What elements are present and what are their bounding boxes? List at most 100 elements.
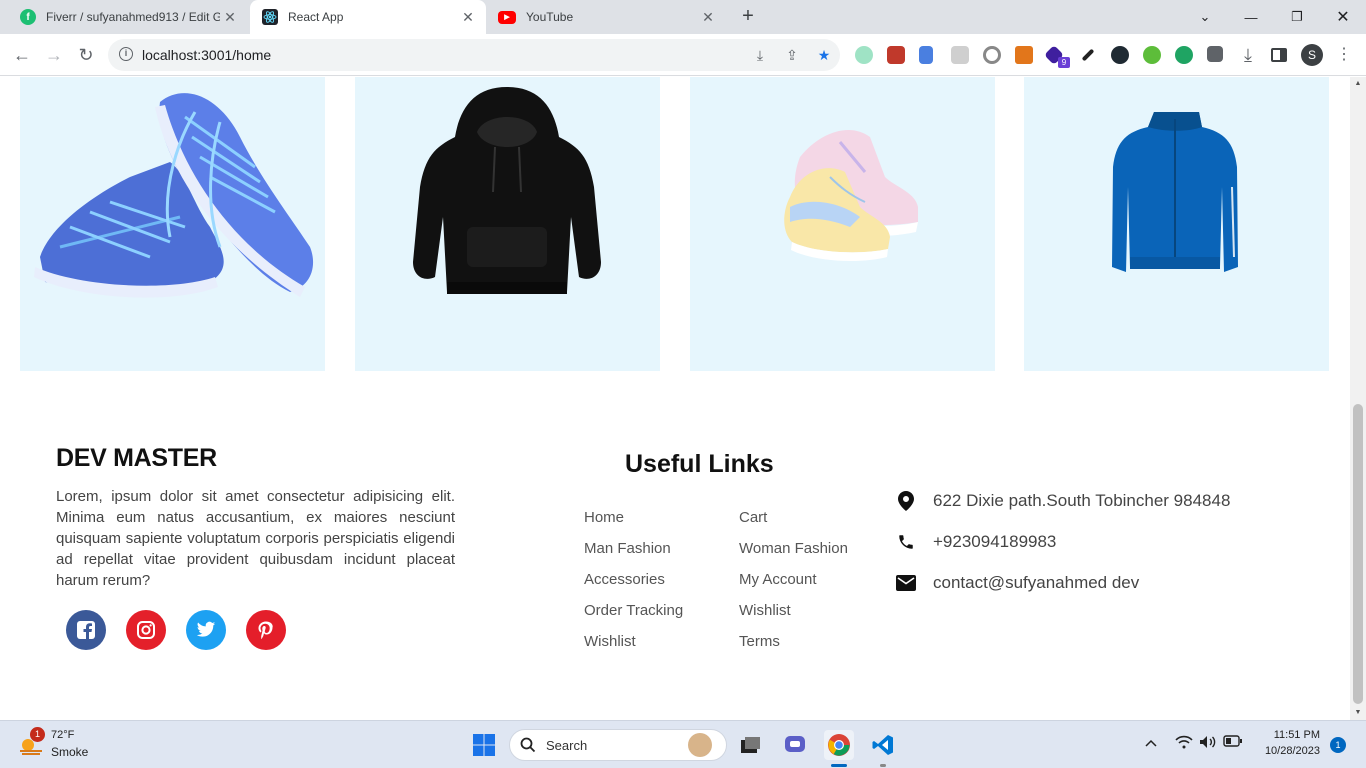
- tab-react-app[interactable]: React App ✕: [250, 0, 486, 34]
- tab-title: YouTube: [526, 10, 574, 24]
- battery-icon[interactable]: [1223, 735, 1243, 750]
- link-order-tracking[interactable]: Order Tracking: [584, 602, 683, 619]
- react-icon: [262, 9, 278, 25]
- chrome-menu-icon[interactable]: ⋮: [1332, 43, 1356, 67]
- extension-icon[interactable]: [1175, 46, 1193, 64]
- wifi-icon[interactable]: [1175, 735, 1193, 752]
- page-scrollbar[interactable]: ▲ ▼: [1350, 77, 1366, 720]
- blue-track-jacket-image: [1112, 112, 1238, 272]
- close-window-button[interactable]: ✕: [1320, 0, 1366, 34]
- product-card[interactable]: [20, 77, 325, 371]
- download-icon[interactable]: ⤓: [1236, 43, 1260, 67]
- scrollbar-thumb[interactable]: [1353, 404, 1363, 704]
- contact-address: 622 Dixie path.South Tobincher 984848: [896, 491, 1230, 511]
- link-wishlist[interactable]: Wishlist: [739, 602, 791, 619]
- task-view-icon[interactable]: [735, 730, 765, 760]
- tab-title: Fiverr / sufyanahmed913 / Edit G: [46, 10, 220, 24]
- phone-icon: [896, 532, 916, 552]
- extension-icon[interactable]: [1143, 46, 1161, 64]
- product-card[interactable]: [690, 77, 995, 371]
- link-my-account[interactable]: My Account: [739, 571, 817, 588]
- metamask-icon[interactable]: [1015, 46, 1033, 64]
- clock-date[interactable]: 10/28/2023: [1254, 745, 1320, 757]
- scroll-down-arrow-icon[interactable]: ▼: [1350, 706, 1366, 720]
- eyedropper-icon[interactable]: [1081, 48, 1095, 62]
- pastel-sneakers-image: [784, 129, 918, 262]
- black-hoodie-image: [413, 87, 601, 294]
- chrome-taskbar-icon[interactable]: [824, 730, 854, 760]
- useful-links-title: Useful Links: [625, 450, 774, 478]
- tab-search-icon[interactable]: ⌄: [1182, 0, 1228, 34]
- product-card[interactable]: [1024, 77, 1329, 371]
- install-icon[interactable]: ⤓: [752, 47, 768, 63]
- clock-time[interactable]: 11:51 PM: [1264, 729, 1320, 741]
- browser-toolbar: ← → ↻ i localhost:3001/home ⤓ ⇪ ★ 9 ⤓ S …: [0, 34, 1366, 76]
- product-card[interactable]: [355, 77, 660, 371]
- contact-email: contact@sufyanahmed dev: [896, 573, 1139, 593]
- profile-avatar[interactable]: S: [1301, 44, 1323, 66]
- link-man-fashion[interactable]: Man Fashion: [584, 540, 671, 557]
- extension-icon[interactable]: [951, 46, 969, 64]
- address-bar[interactable]: i localhost:3001/home ⤓ ⇪ ★: [108, 39, 840, 71]
- close-tab-icon[interactable]: ✕: [458, 9, 478, 26]
- link-woman-fashion[interactable]: Woman Fashion: [739, 540, 848, 557]
- link-cart[interactable]: Cart: [739, 509, 767, 526]
- minimize-button[interactable]: —: [1228, 0, 1274, 34]
- extension-icon[interactable]: [919, 46, 933, 64]
- close-tab-icon[interactable]: ✕: [220, 9, 240, 26]
- forward-button[interactable]: →: [42, 43, 66, 67]
- notification-badge[interactable]: 1: [1330, 737, 1346, 753]
- tab-fiverr[interactable]: f Fiverr / sufyanahmed913 / Edit G ✕: [8, 0, 248, 34]
- contact-phone: +923094189983: [896, 532, 1056, 552]
- link-terms[interactable]: Terms: [739, 633, 780, 650]
- extension-icon[interactable]: [1111, 46, 1129, 64]
- restore-button[interactable]: ❐: [1274, 0, 1320, 34]
- tab-strip: f Fiverr / sufyanahmed913 / Edit G ✕ Rea…: [0, 0, 1366, 34]
- url-text[interactable]: localhost:3001/home: [142, 47, 271, 63]
- scroll-up-arrow-icon[interactable]: ▲: [1350, 77, 1366, 91]
- footer-brand: DEV MASTER: [56, 444, 217, 472]
- link-home[interactable]: Home: [584, 509, 624, 526]
- extensions-puzzle-icon[interactable]: [1207, 46, 1223, 62]
- search-highlight-icon: [688, 733, 712, 757]
- facebook-icon[interactable]: [66, 610, 106, 650]
- taskbar: 1 72°F Smoke Search 11:51 PM 10/28/2023 …: [0, 720, 1366, 768]
- share-icon[interactable]: ⇪: [784, 47, 800, 63]
- back-button[interactable]: ←: [10, 43, 34, 67]
- youtube-icon: ▶: [498, 10, 516, 24]
- pinterest-icon[interactable]: [246, 610, 286, 650]
- link-wishlist[interactable]: Wishlist: [584, 633, 636, 650]
- extension-icon[interactable]: [887, 46, 905, 64]
- extension-icon[interactable]: [855, 46, 873, 64]
- bookmark-star-icon[interactable]: ★: [816, 47, 832, 63]
- footer-about-text: Lorem, ipsum dolor sit amet consectetur …: [56, 488, 455, 589]
- tab-youtube[interactable]: ▶ YouTube ✕: [486, 0, 726, 34]
- volume-icon[interactable]: [1199, 735, 1217, 752]
- fiverr-icon: f: [20, 9, 36, 25]
- search-icon: [520, 737, 536, 758]
- vscode-icon[interactable]: [868, 730, 898, 760]
- side-panel-icon[interactable]: [1271, 48, 1287, 62]
- link-accessories[interactable]: Accessories: [584, 571, 665, 588]
- mail-icon: [896, 573, 916, 593]
- search-label: Search: [546, 738, 588, 753]
- address-text: 622 Dixie path.South Tobincher 984848: [933, 491, 1231, 510]
- location-pin-icon: [896, 491, 916, 511]
- phone-text: +923094189983: [933, 532, 1057, 551]
- twitter-icon[interactable]: [186, 610, 226, 650]
- page-content: DEV MASTER Lorem, ipsum dolor sit amet c…: [0, 77, 1350, 720]
- weather-condition-text: Smoke: [51, 745, 89, 759]
- new-tab-button[interactable]: +: [737, 5, 759, 27]
- weather-badge: 1: [30, 727, 45, 742]
- teams-chat-icon[interactable]: [780, 730, 810, 760]
- instagram-icon[interactable]: [126, 610, 166, 650]
- show-hidden-icons[interactable]: [1145, 735, 1157, 750]
- close-tab-icon[interactable]: ✕: [698, 9, 718, 26]
- temperature-text: 72°F: [51, 729, 75, 741]
- extension-icon[interactable]: [983, 46, 1001, 64]
- taskbar-search[interactable]: Search: [509, 729, 727, 761]
- windows-start-icon[interactable]: [469, 730, 499, 760]
- reload-button[interactable]: ↻: [74, 43, 98, 67]
- site-info-icon[interactable]: i: [119, 47, 133, 61]
- email-text: contact@sufyanahmed dev: [933, 573, 1140, 592]
